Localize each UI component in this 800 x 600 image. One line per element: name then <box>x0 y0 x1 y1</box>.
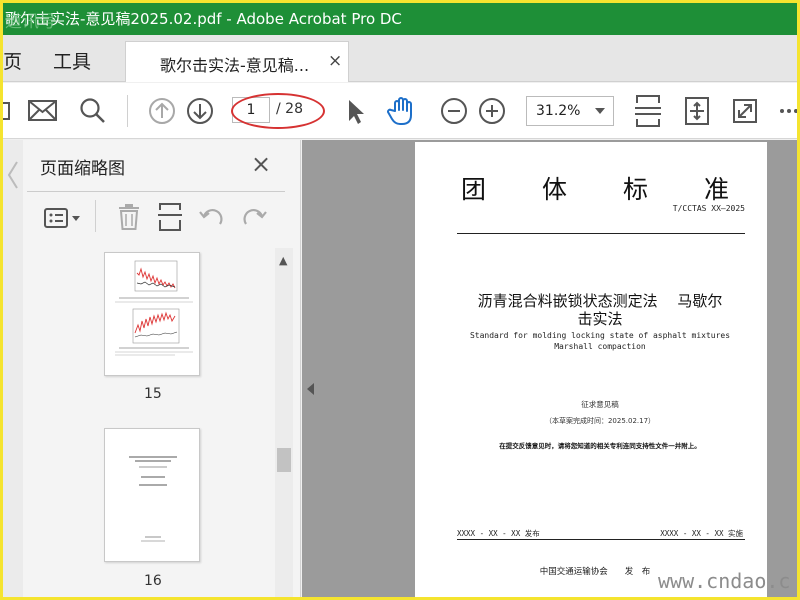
app-window: 歌尔击实法-意见稿2025.02.pdf - Adobe Acrobat Pro… <box>3 3 797 597</box>
doc-draft-label: 征求意见稿 <box>581 400 619 409</box>
toolbar: / 28 31.2% <box>3 83 797 139</box>
doc-rule-top <box>457 233 745 234</box>
thumbnail-page-number: 16 <box>144 573 162 589</box>
panel-separator <box>95 200 96 232</box>
thumbnail-options-icon[interactable] <box>43 206 83 230</box>
zoom-in-icon[interactable] <box>478 97 506 125</box>
rotate-right-icon[interactable] <box>240 204 268 230</box>
select-cursor-icon[interactable] <box>345 97 367 125</box>
previous-page-icon[interactable] <box>148 97 176 125</box>
rotate-view-icon[interactable] <box>683 95 713 127</box>
doc-english-line1: Standard for molding locking state of as… <box>469 331 731 340</box>
watermark-logo: 道讯号 <box>5 12 56 32</box>
panel-toggle-arrow-icon[interactable] <box>307 383 314 395</box>
thumbnail-page-15[interactable] <box>104 252 200 376</box>
text-page-thumbnail-image <box>129 456 177 542</box>
watermark-text: www.cndao.c <box>658 569 791 593</box>
fit-page-icon[interactable] <box>633 93 663 129</box>
doc-title-char: 体 <box>541 175 567 204</box>
title-bar: 歌尔击实法-意见稿2025.02.pdf - Adobe Acrobat Pro… <box>3 3 797 35</box>
highlight-ellipse <box>231 93 325 129</box>
doc-title: 团 体 标 准 <box>461 170 729 206</box>
zoom-out-icon[interactable] <box>440 97 468 125</box>
doc-title-char: 准 <box>703 175 729 204</box>
doc-heading-line2: 击实法 <box>577 310 623 328</box>
doc-issue-date: XXXX - XX - XX 发布 <box>457 529 540 538</box>
doc-code: T/CCTAS XX—2025 <box>672 204 745 213</box>
doc-impl-date: XXXX - XX - XX 实施 <box>660 529 743 538</box>
doc-notice: 在提交反馈意见时，请将您知道的相关专利连同支持性文件一并附上。 <box>499 442 701 450</box>
nav-tools[interactable]: 工具 <box>53 47 91 74</box>
zoom-dropdown[interactable]: 31.2% <box>526 96 614 126</box>
next-page-icon[interactable] <box>186 97 214 125</box>
tab-document[interactable]: 歌尔击实法-意见稿... × <box>125 41 349 82</box>
insert-page-icon[interactable] <box>157 202 183 232</box>
doc-draft-date: （本草案完成时间：2025.02.17） <box>544 417 656 425</box>
full-screen-icon[interactable] <box>731 97 759 125</box>
more-icon[interactable] <box>779 107 797 115</box>
toolbar-separator <box>127 95 128 127</box>
zoom-value: 31.2% <box>536 103 581 119</box>
chart-thumbnail-image <box>115 260 193 356</box>
nav-home[interactable]: 页 <box>3 47 22 74</box>
doc-english-line2: Marshall compaction <box>554 342 646 351</box>
thumbnail-page-16[interactable] <box>104 428 200 562</box>
doc-title-char: 团 <box>461 175 487 204</box>
window-title: 歌尔击实法-意见稿2025.02.pdf - Adobe Acrobat Pro… <box>5 10 402 28</box>
email-icon[interactable] <box>27 98 59 124</box>
panel-divider <box>27 191 285 192</box>
tab-close-button[interactable]: × <box>328 51 342 71</box>
panel-collapse-strip[interactable] <box>3 140 23 597</box>
thumbnail-list: 15 16 <box>27 248 293 597</box>
doc-rule-bottom <box>457 539 745 540</box>
trash-icon[interactable] <box>116 203 142 231</box>
tab-bar: 页 工具 歌尔击实法-意见稿... × <box>3 35 797 82</box>
thumbnail-panel: 页面缩略图 × ▲ 15 16 <box>3 140 301 597</box>
rotate-left-icon[interactable] <box>198 204 226 230</box>
panel-title: 页面缩略图 <box>40 159 125 179</box>
tab-label: 歌尔击实法-意见稿... <box>160 56 310 75</box>
partial-tool-icon[interactable] <box>3 101 11 121</box>
document-view[interactable]: 团 体 标 准 T/CCTAS XX—2025 沥青混合料嵌锁状态测定法 马歇尔… <box>302 140 797 597</box>
thumbnail-page-number: 15 <box>144 386 162 402</box>
chevron-left-icon[interactable] <box>7 160 19 190</box>
search-icon[interactable] <box>79 97 107 125</box>
panel-close-button[interactable]: × <box>251 150 271 178</box>
doc-title-char: 标 <box>622 175 648 204</box>
hand-tool-icon[interactable] <box>387 95 419 127</box>
chevron-down-icon <box>595 108 605 114</box>
pdf-page: 团 体 标 准 T/CCTAS XX—2025 沥青混合料嵌锁状态测定法 马歇尔… <box>415 142 767 597</box>
